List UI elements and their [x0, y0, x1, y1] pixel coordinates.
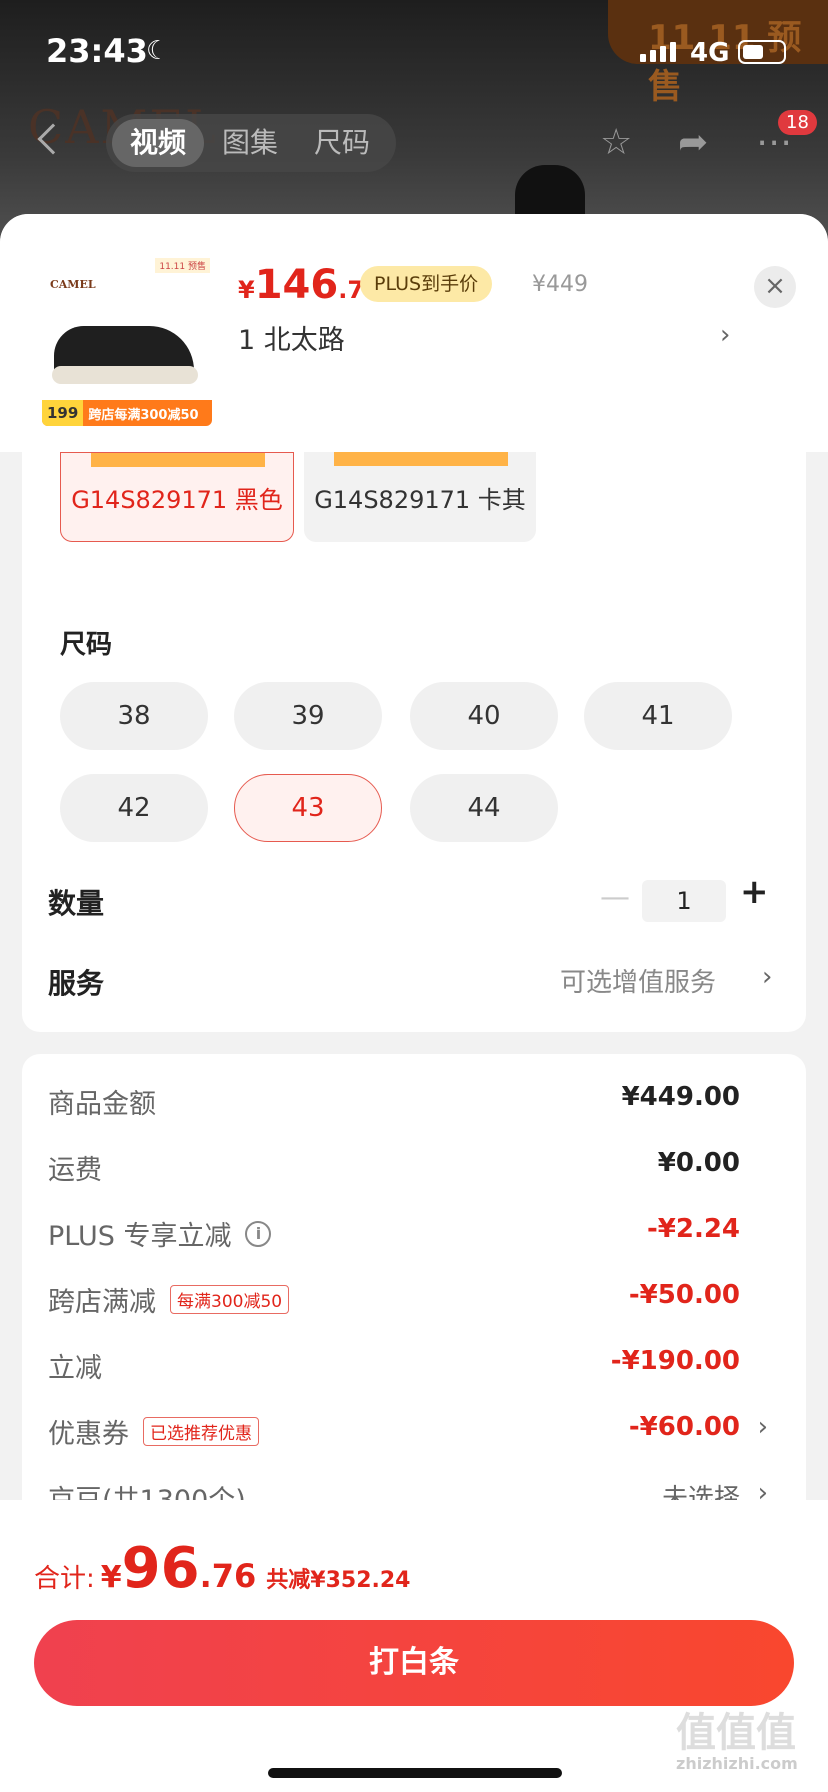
fee-label-text: 优惠券 [48, 1419, 129, 1450]
size-option-40[interactable]: 40 [410, 682, 558, 750]
thumbnail-price-strip: 199 跨店每满300减50 [42, 400, 212, 426]
fee-row-cross-store: 跨店满减 每满300减50 -¥50.00 [48, 1280, 768, 1320]
size-option-41[interactable]: 41 [584, 682, 732, 750]
watermark-text: 值值值 [676, 1710, 796, 1756]
thumbnail-price: 199 [42, 400, 84, 426]
info-icon[interactable]: i [245, 1220, 272, 1247]
product-thumbnail: CAMEL 11.11 预售 199 跨店每满300减50 [42, 256, 212, 426]
signal-icon [640, 42, 676, 62]
plus-price-tag: PLUS到手价 [360, 266, 493, 302]
color-option-label: G14S829171 黑色 [71, 485, 283, 514]
price-integer: 146 [254, 262, 339, 308]
thumbnail-promo-text: 跨店每满300减50 [88, 407, 199, 423]
battery-icon [738, 40, 786, 64]
total-integer: 96 [121, 1536, 200, 1601]
back-icon[interactable] [37, 123, 69, 155]
total-decimal: .76 [199, 1557, 257, 1595]
do-not-disturb-icon: ☾ [146, 36, 170, 66]
tab-video[interactable]: 视频 [112, 119, 205, 167]
original-price: ¥449 [532, 272, 588, 297]
status-bar: 23:43 ☾ 4G [0, 0, 828, 100]
thumbnail-promo-tag: 11.11 预售 [155, 258, 210, 273]
quantity-input[interactable]: 1 [642, 880, 726, 922]
service-label: 服务 [48, 967, 105, 1000]
fee-row-coupon[interactable]: 优惠券 已选推荐优惠 -¥60.00 › [48, 1412, 768, 1452]
size-option-43[interactable]: 43 [234, 774, 382, 842]
total-saved: 共减¥352.24 [266, 1568, 411, 1593]
size-section-title: 尺码 [60, 630, 113, 660]
price-currency: ¥ [238, 276, 255, 304]
quantity-label: 数量 [48, 887, 105, 920]
watermark-sub: zhizhizhi.com [676, 1754, 798, 1773]
size-option-42[interactable]: 42 [60, 774, 208, 842]
status-time: 23:43 [46, 32, 148, 70]
message-badge: 18 [778, 110, 817, 135]
share-icon[interactable]: ➦ [678, 122, 708, 163]
quantity-decrease-button[interactable]: — [600, 880, 630, 915]
size-option-39[interactable]: 39 [234, 682, 382, 750]
shoe-sole [52, 366, 198, 384]
fee-row-subtotal: 商品金额 ¥449.00 [48, 1082, 768, 1122]
top-navigation: 视频 图集 尺码 ☆ ➦ ⋯ 18 [0, 110, 828, 180]
total-price: 合计: ¥ 96 .76 共减¥352.24 [34, 1536, 410, 1601]
fee-value: ¥0.00 [657, 1148, 740, 1178]
fee-label: 跨店满减 每满300减50 [48, 1280, 290, 1319]
option-image-strip [91, 453, 265, 467]
chevron-right-icon[interactable]: › [762, 962, 772, 992]
fee-label: 优惠券 已选推荐优惠 [48, 1412, 259, 1451]
total-label: 合计: [34, 1564, 95, 1594]
home-indicator [268, 1768, 562, 1778]
fee-row-instant-discount: 立减 -¥190.00 [48, 1346, 768, 1386]
fee-value: ¥449.00 [621, 1082, 740, 1112]
fee-value: -¥190.00 [610, 1346, 740, 1376]
fee-label: 运费 [48, 1155, 102, 1186]
size-option-38[interactable]: 38 [60, 682, 208, 750]
quantity-increase-button[interactable]: + [740, 872, 769, 912]
fee-label: 立减 [48, 1353, 102, 1384]
watermark: 值值值 zhizhizhi.com [676, 1700, 798, 1773]
fee-row-shipping: 运费 ¥0.00 [48, 1148, 768, 1188]
coupon-tag: 已选推荐优惠 [143, 1417, 259, 1446]
tab-size[interactable]: 尺码 [296, 119, 388, 167]
chevron-right-icon[interactable]: › [720, 320, 730, 350]
network-type: 4G [690, 38, 730, 68]
option-image-strip [334, 452, 508, 466]
color-option-khaki[interactable]: G14S829171 卡其 [304, 452, 536, 542]
fee-row-plus-discount: PLUS 专享立减 i -¥2.24 [48, 1214, 768, 1254]
pay-with-baitiao-button[interactable]: 打白条 [34, 1620, 794, 1706]
product-summary-header: CAMEL 11.11 预售 199 跨店每满300减50 ¥ 146 .76 … [0, 214, 828, 452]
purchase-sheet: G14S829171 黑色 G14S829171 卡其 尺码 38 39 40 … [0, 214, 828, 1792]
fee-label-text: 跨店满减 [48, 1287, 156, 1318]
fee-label: 商品金额 [48, 1089, 156, 1120]
tab-gallery[interactable]: 图集 [204, 119, 296, 167]
thumbnail-brand: CAMEL [50, 278, 96, 291]
size-option-44[interactable]: 44 [410, 774, 558, 842]
service-value[interactable]: 可选增值服务 [560, 962, 716, 999]
close-button[interactable]: × [754, 266, 796, 308]
fee-label: PLUS 专享立减 i [48, 1214, 272, 1253]
promo-tag: 每满300减50 [170, 1285, 290, 1314]
color-option-label: G14S829171 卡其 [314, 485, 526, 514]
chevron-right-icon[interactable]: › [758, 1412, 768, 1442]
fee-value: -¥60.00 [628, 1412, 740, 1442]
delivery-address[interactable]: 1 北太路 [238, 318, 345, 357]
color-option-black[interactable]: G14S829171 黑色 [60, 452, 294, 542]
fee-value: -¥50.00 [628, 1280, 740, 1310]
checkout-bar: 合计: ¥ 96 .76 共减¥352.24 打白条 值值值 zhizhizhi… [0, 1500, 828, 1792]
total-currency: ¥ [100, 1560, 122, 1595]
fee-value: -¥2.24 [646, 1214, 740, 1244]
star-icon[interactable]: ☆ [600, 122, 632, 163]
fee-label-text: PLUS 专享立减 [48, 1221, 232, 1252]
media-tabs: 视频 图集 尺码 [106, 114, 396, 172]
